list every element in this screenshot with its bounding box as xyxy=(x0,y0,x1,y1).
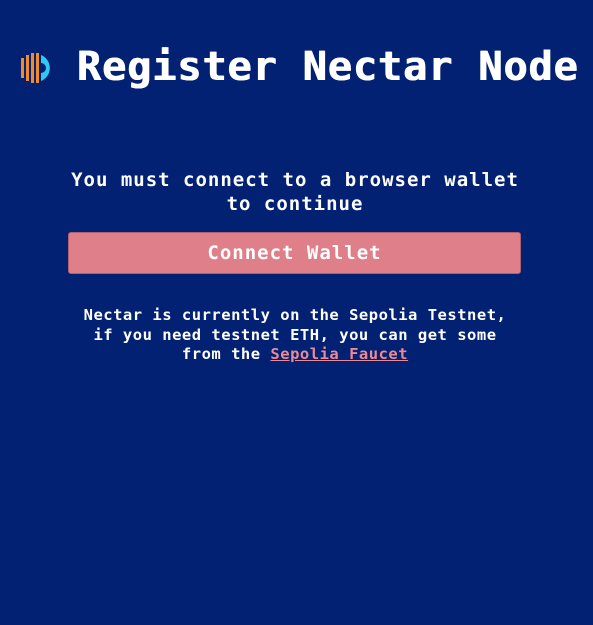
page-title: Register Nectar Node xyxy=(76,44,579,90)
connect-wallet-button[interactable]: Connect Wallet xyxy=(68,232,521,274)
register-page: Register Nectar Node You must connect to… xyxy=(0,0,593,625)
nectar-logo-icon xyxy=(20,52,56,84)
testnet-notice: Nectar is currently on the Sepolia Testn… xyxy=(70,306,520,365)
header: Register Nectar Node xyxy=(0,44,593,144)
connect-message: You must connect to a browser wallet to … xyxy=(71,169,519,215)
sepolia-faucet-link[interactable]: Sepolia Faucet xyxy=(270,345,408,363)
